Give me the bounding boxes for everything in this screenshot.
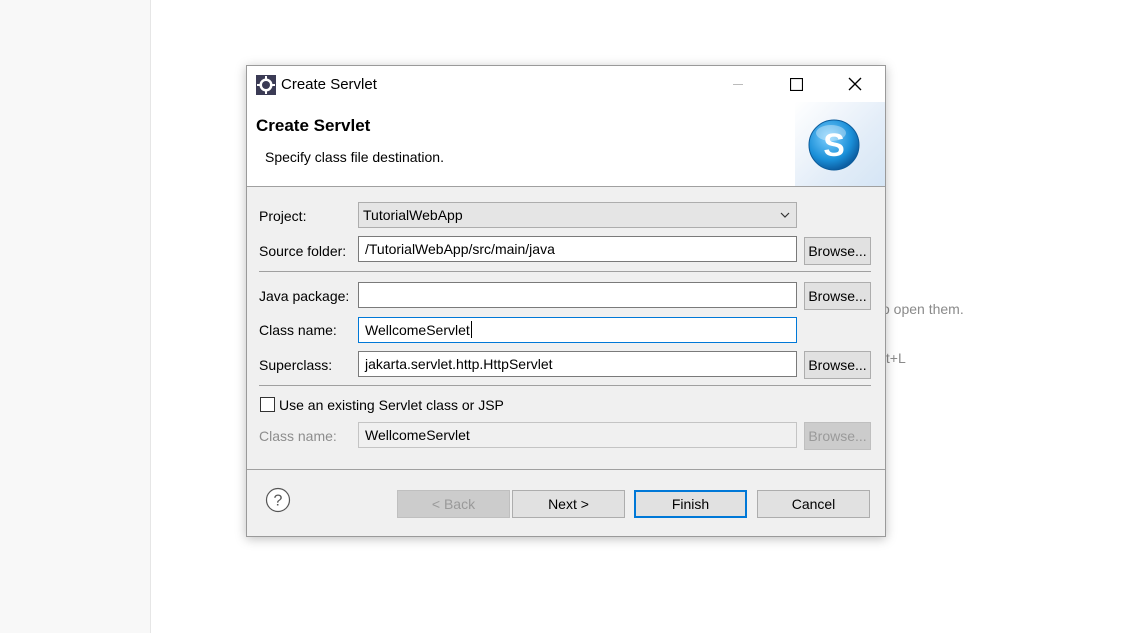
browse-java-package-button[interactable]: Browse... xyxy=(804,282,871,310)
project-value: TutorialWebApp xyxy=(363,207,463,223)
browse-source-folder-button[interactable]: Browse... xyxy=(804,237,871,265)
logo-letter: S xyxy=(823,127,844,163)
project-label: Project: xyxy=(259,208,307,224)
close-icon xyxy=(848,77,862,91)
banner-subtitle: Specify class file destination. xyxy=(265,149,444,165)
footer-separator xyxy=(247,469,885,470)
create-servlet-dialog: Create Servlet Create Servlet Specify cl… xyxy=(246,65,886,537)
browse-superclass-button[interactable]: Browse... xyxy=(804,351,871,379)
text-caret xyxy=(470,321,472,338)
class-name-value: WellcomeServlet xyxy=(365,322,470,338)
help-icon[interactable]: ? xyxy=(265,487,291,513)
existing-class-name-field: WellcomeServlet xyxy=(358,422,797,448)
cancel-button[interactable]: Cancel xyxy=(757,490,870,518)
class-name-field[interactable]: WellcomeServlet xyxy=(358,317,797,343)
close-button[interactable] xyxy=(826,66,884,102)
minimize-button[interactable] xyxy=(709,66,767,102)
maximize-button[interactable] xyxy=(767,66,825,102)
maximize-icon xyxy=(789,77,803,91)
background-hint-open: o open them. xyxy=(882,301,964,317)
separator xyxy=(259,385,871,386)
separator xyxy=(259,271,871,272)
window-title: Create Servlet xyxy=(281,76,377,93)
eclipse-app-icon xyxy=(256,75,276,95)
left-panel xyxy=(0,0,151,633)
existing-class-name-label: Class name: xyxy=(259,428,337,444)
source-folder-field[interactable]: /TutorialWebApp/src/main/java xyxy=(358,236,797,262)
wizard-banner: Create Servlet Specify class file destin… xyxy=(247,102,885,187)
svg-text:?: ? xyxy=(274,493,283,510)
back-button: < Back xyxy=(397,490,510,518)
project-combo[interactable]: TutorialWebApp xyxy=(358,202,797,228)
superclass-label: Superclass: xyxy=(259,357,333,373)
title-bar: Create Servlet xyxy=(247,66,885,102)
chevron-down-icon xyxy=(780,203,790,227)
servlet-logo-icon: S xyxy=(808,119,860,171)
source-folder-label: Source folder: xyxy=(259,243,347,259)
existing-servlet-checkbox[interactable] xyxy=(260,397,275,412)
java-package-label: Java package: xyxy=(259,288,350,304)
existing-servlet-checkbox-label[interactable]: Use an existing Servlet class or JSP xyxy=(279,397,504,413)
next-button[interactable]: Next > xyxy=(512,490,625,518)
browse-existing-class-button: Browse... xyxy=(804,422,871,450)
finish-button[interactable]: Finish xyxy=(634,490,747,518)
java-package-field[interactable] xyxy=(358,282,797,308)
banner-title: Create Servlet xyxy=(256,116,371,135)
superclass-field[interactable]: jakarta.servlet.http.HttpServlet xyxy=(358,351,797,377)
minimize-icon xyxy=(733,84,743,85)
class-name-label: Class name: xyxy=(259,322,337,338)
